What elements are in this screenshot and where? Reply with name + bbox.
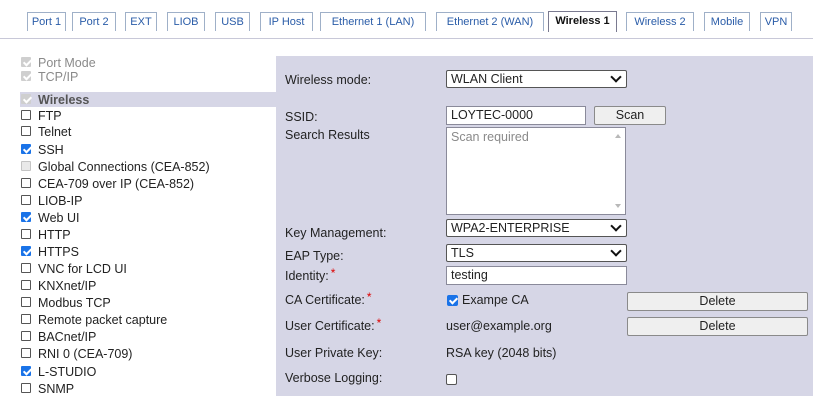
scan-button[interactable]: Scan bbox=[594, 106, 666, 125]
tab-ip-host[interactable]: IP Host bbox=[260, 12, 313, 31]
tab-mobile[interactable]: Mobile bbox=[704, 12, 750, 31]
option-checkbox[interactable] bbox=[21, 126, 31, 136]
eap-type-value: TLS bbox=[451, 246, 474, 260]
tab-bar: Port 1 Port 2 EXT LIOB USB IP Host Ether… bbox=[0, 0, 813, 39]
required-marker: * bbox=[366, 290, 372, 304]
key-management-label: Key Management: bbox=[285, 226, 387, 240]
option-label: TCP/IP bbox=[38, 70, 79, 84]
ssid-input[interactable]: LOYTEC-0000 bbox=[446, 106, 586, 125]
option-label: LIOB-IP bbox=[38, 194, 83, 208]
option-label: Modbus TCP bbox=[38, 296, 111, 310]
option-checkbox[interactable] bbox=[21, 212, 31, 222]
ca-certificate-delete-button[interactable]: Delete bbox=[627, 292, 808, 311]
option-label: L-STUDIO bbox=[38, 365, 97, 379]
option-checkbox[interactable] bbox=[21, 195, 31, 205]
required-marker: * bbox=[376, 316, 382, 330]
option-checkbox[interactable] bbox=[21, 144, 31, 154]
option-label: KNXnet/IP bbox=[38, 279, 97, 293]
option-checkbox[interactable] bbox=[21, 297, 31, 307]
ca-certificate-checkbox[interactable] bbox=[447, 295, 458, 306]
wireless-mode-select[interactable]: WLAN Client bbox=[446, 70, 627, 88]
search-results-placeholder: Scan required bbox=[451, 130, 529, 144]
option-label: HTTPS bbox=[38, 245, 79, 259]
option-checkbox bbox=[21, 94, 31, 104]
ssid-label: SSID: bbox=[285, 110, 318, 124]
verbose-logging-checkbox[interactable] bbox=[446, 374, 457, 385]
key-management-select[interactable]: WPA2-ENTERPRISE bbox=[446, 219, 627, 237]
tab-usb[interactable]: USB bbox=[215, 12, 250, 31]
search-results-list[interactable]: Scan required bbox=[446, 127, 626, 215]
tab-vpn[interactable]: VPN bbox=[760, 12, 792, 31]
option-label: VNC for LCD UI bbox=[38, 262, 127, 276]
option-label: Web UI bbox=[38, 211, 80, 225]
search-results-label: Search Results bbox=[285, 128, 370, 142]
ca-certificate-label: CA Certificate: * bbox=[285, 290, 372, 307]
eap-type-label: EAP Type: bbox=[285, 249, 344, 263]
user-private-key-label: User Private Key: bbox=[285, 346, 383, 360]
option-label: HTTP bbox=[38, 228, 71, 242]
ca-certificate-value: Exampe CA bbox=[462, 293, 529, 307]
option-label: SSH bbox=[38, 143, 64, 157]
scroll-down-icon[interactable] bbox=[615, 204, 621, 208]
option-label: BACnet/IP bbox=[38, 330, 97, 344]
option-label: RNI 0 (CEA-709) bbox=[38, 347, 133, 361]
verbose-logging-label: Verbose Logging: bbox=[285, 371, 383, 385]
identity-label: Identity: * bbox=[285, 266, 336, 283]
tab-liob[interactable]: LIOB bbox=[167, 12, 205, 31]
chevron-down-icon bbox=[610, 220, 622, 232]
chevron-down-icon bbox=[610, 245, 622, 257]
chevron-down-icon bbox=[610, 71, 622, 83]
option-label: FTP bbox=[38, 109, 62, 123]
user-certificate-label: User Certificate: * bbox=[285, 316, 382, 333]
option-label: Remote packet capture bbox=[38, 313, 168, 327]
option-label: Telnet bbox=[38, 125, 72, 139]
option-label: Port Mode bbox=[38, 56, 96, 70]
ca-certificate-label-text: CA Certificate: bbox=[285, 293, 365, 307]
option-checkbox[interactable] bbox=[21, 314, 31, 324]
user-private-key-value: RSA key (2048 bits) bbox=[446, 346, 557, 360]
option-checkbox[interactable] bbox=[21, 383, 31, 393]
wireless-settings-panel: Wireless mode: WLAN Client SSID: LOYTEC-… bbox=[276, 56, 813, 396]
option-checkbox[interactable] bbox=[21, 331, 31, 341]
option-checkbox[interactable] bbox=[21, 246, 31, 256]
tab-wireless-1[interactable]: Wireless 1 bbox=[548, 11, 617, 32]
option-label: Wireless bbox=[38, 93, 90, 107]
option-checkbox[interactable] bbox=[21, 366, 31, 376]
user-certificate-value: user@example.org bbox=[446, 319, 552, 333]
key-management-value: WPA2-ENTERPRISE bbox=[451, 221, 570, 235]
option-label: Global Connections (CEA-852) bbox=[38, 160, 210, 174]
option-checkbox[interactable] bbox=[21, 280, 31, 290]
option-checkbox[interactable] bbox=[21, 263, 31, 273]
user-certificate-delete-button[interactable]: Delete bbox=[627, 317, 808, 336]
tab-ethernet-2-wan[interactable]: Ethernet 2 (WAN) bbox=[436, 12, 544, 31]
identity-label-text: Identity: bbox=[285, 269, 329, 283]
tab-port-1[interactable]: Port 1 bbox=[27, 12, 66, 31]
user-certificate-label-text: User Certificate: bbox=[285, 319, 375, 333]
option-checkbox[interactable] bbox=[21, 178, 31, 188]
option-checkbox bbox=[21, 161, 31, 171]
tab-port-2[interactable]: Port 2 bbox=[72, 12, 116, 31]
option-checkbox[interactable] bbox=[21, 348, 31, 358]
identity-input[interactable]: testing bbox=[446, 266, 627, 285]
option-label: SNMP bbox=[38, 382, 75, 396]
wireless-mode-value: WLAN Client bbox=[451, 72, 523, 86]
eap-type-select[interactable]: TLS bbox=[446, 244, 627, 262]
option-checkbox bbox=[21, 71, 31, 81]
option-checkbox[interactable] bbox=[21, 110, 31, 120]
required-marker: * bbox=[330, 266, 336, 280]
tab-wireless-2[interactable]: Wireless 2 bbox=[626, 12, 694, 31]
tab-ext[interactable]: EXT bbox=[125, 12, 157, 31]
tab-ethernet-1-lan[interactable]: Ethernet 1 (LAN) bbox=[320, 12, 426, 31]
option-checkbox[interactable] bbox=[21, 229, 31, 239]
scroll-up-icon[interactable] bbox=[615, 134, 621, 138]
wireless-mode-label: Wireless mode: bbox=[285, 73, 372, 87]
option-label: CEA-709 over IP (CEA-852) bbox=[38, 177, 195, 191]
option-checkbox bbox=[21, 57, 31, 67]
